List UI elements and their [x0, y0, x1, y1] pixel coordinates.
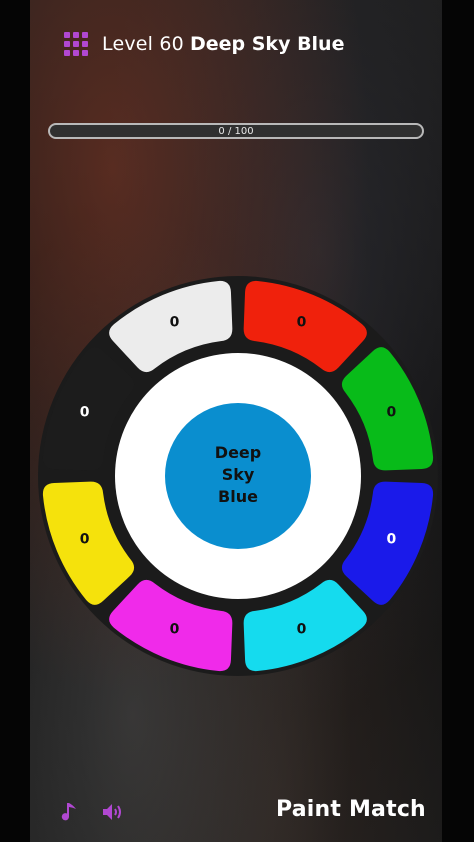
color-segment-count-blue: 0	[387, 532, 397, 548]
mixed-color-name-line: Deep	[214, 443, 262, 462]
speaker-icon[interactable]	[101, 801, 125, 823]
color-segment-count-magenta: 0	[170, 621, 180, 637]
color-segment-count-green: 0	[387, 405, 397, 421]
color-segment-count-black: 0	[80, 405, 90, 421]
color-segment-count-yellow: 0	[80, 532, 90, 548]
mixed-color-label: Deep Sky Blue	[165, 402, 311, 548]
app-title: Paint Match	[276, 797, 426, 822]
music-note-icon[interactable]	[61, 801, 79, 823]
color-segment-count-white: 0	[170, 315, 180, 331]
color-segment-count-red: 0	[297, 315, 307, 331]
mixed-color-name-line: Blue	[218, 487, 258, 506]
mixed-color-name: Deep Sky Blue	[203, 442, 273, 508]
mixed-color-name-line: Sky	[221, 465, 255, 484]
color-segment-count-cyan: 0	[297, 621, 307, 637]
